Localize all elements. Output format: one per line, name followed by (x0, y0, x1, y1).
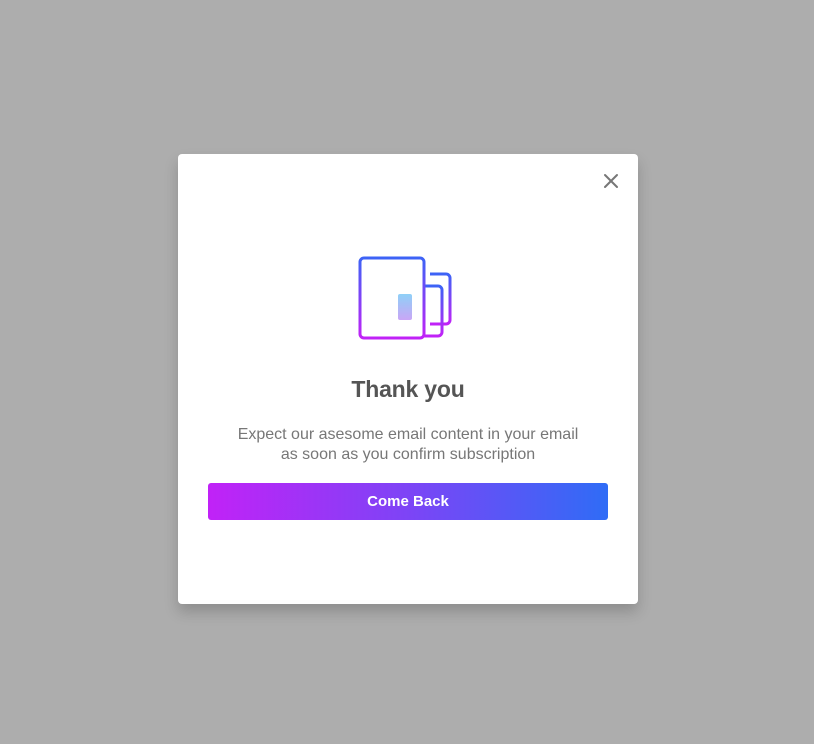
come-back-button[interactable]: Come Back (208, 483, 608, 520)
close-button[interactable] (601, 171, 621, 191)
close-icon (604, 174, 618, 188)
dialog-message: Expect our asesome email content in your… (218, 425, 598, 465)
message-line-1: Expect our asesome email content in your… (237, 426, 579, 443)
newspaper-icon (358, 256, 458, 342)
dialog-title: Thank you (351, 376, 465, 402)
message-line-2: as soon as you confirm subscription (280, 446, 536, 463)
thank-you-dialog: Thank you Expect our asesome email conte… (178, 154, 638, 604)
